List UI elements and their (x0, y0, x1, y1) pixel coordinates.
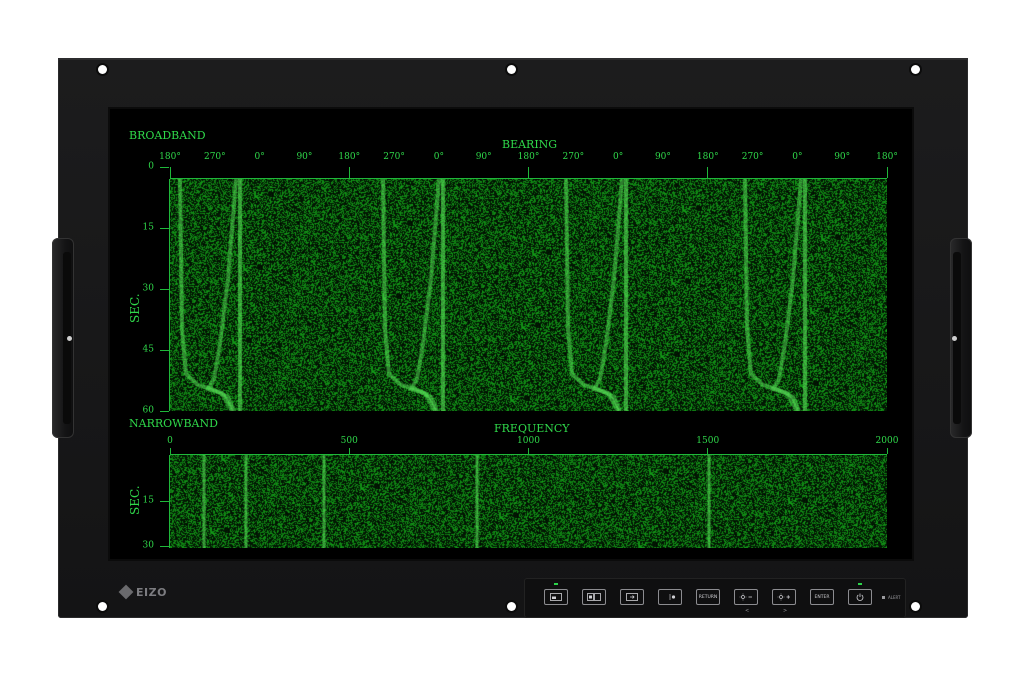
narrowband-y-tick-mark (160, 546, 169, 547)
power-icon (856, 593, 864, 601)
frequency-tick-mark (707, 448, 709, 454)
broadband-y-tick-label: 30 (142, 283, 154, 294)
frequency-axis-title: FREQUENCY (494, 422, 570, 435)
bearing-tick-label: 270° (741, 152, 764, 162)
broadband-y-tick-mark (160, 350, 169, 351)
input-select-button[interactable] (620, 589, 644, 605)
mounting-hole (911, 65, 920, 74)
return-button[interactable]: RETURN (696, 589, 720, 605)
narrowband-title: NARROWBAND (129, 417, 218, 430)
bearing-tick-label: 180° (517, 152, 540, 162)
picture-by-picture-button[interactable] (582, 589, 606, 605)
sonar-display-screen: BROADBAND BEARING 180° 270° 0° 90° 180° 270° 0… (108, 107, 914, 561)
mounting-hole (507, 602, 516, 611)
pip-icon (550, 593, 562, 601)
frequency-tick-mark (169, 448, 171, 454)
bearing-tick-label: 180° (159, 152, 181, 162)
broadband-y-tick-mark (160, 228, 169, 229)
mounting-hole (507, 65, 516, 74)
handle-screw (952, 336, 957, 341)
frequency-tick-label: 0 (167, 436, 173, 446)
eizo-logo: EIZO (118, 584, 167, 600)
broadband-waterfall (170, 179, 887, 411)
frequency-tick-mark (528, 448, 529, 454)
broadband-waterfall-canvas (170, 179, 887, 411)
brightness-minus-icon (739, 593, 752, 601)
broadband-y-tick-label: 15 (142, 222, 154, 233)
mounting-hole (911, 602, 920, 611)
narrowband-waterfall (170, 455, 887, 548)
bearing-tick-mark (169, 167, 171, 178)
brightness-down-button[interactable] (734, 589, 758, 605)
narrowband-waterfall-canvas (170, 455, 887, 548)
bearing-tick-label: 270° (383, 152, 405, 162)
bearing-tick-mark (348, 167, 350, 178)
bearing-tick-label: 90° (834, 152, 851, 162)
mounting-hole (98, 602, 107, 611)
bearing-tick-label: 0° (792, 152, 803, 162)
frequency-tick-label: 1500 (696, 436, 720, 446)
day-night-icon (664, 594, 676, 600)
bearing-tick-label: 0° (613, 152, 624, 162)
frequency-tick-label: 1000 (517, 436, 540, 446)
bearing-tick-label: 90° (475, 152, 492, 162)
bearing-tick-label: 180° (876, 152, 898, 162)
bearing-tick-label: 90° (296, 152, 313, 162)
mounting-hole (98, 65, 107, 74)
brightness-plus-icon (777, 593, 790, 601)
bearing-tick-label: 270° (562, 152, 585, 162)
eizo-logo-mark (118, 584, 134, 600)
broadband-y-tick-mark (160, 167, 169, 168)
broadband-title: BROADBAND (129, 129, 206, 142)
broadband-y-tick-label: 0 (148, 161, 154, 172)
broadband-y-tick-mark (160, 289, 169, 290)
day-night-mode-button[interactable] (658, 589, 682, 605)
input-icon (626, 593, 638, 601)
frequency-tick-mark (348, 448, 350, 454)
bearing-tick-label: 180° (696, 152, 719, 162)
left-arrow-label: < (745, 608, 750, 614)
eizo-logo-text: EIZO (136, 585, 167, 599)
enter-button[interactable]: ENTER (810, 589, 834, 605)
right-arrow-label: > (783, 608, 788, 614)
status-led (554, 583, 558, 585)
enter-button-label: ENTER (814, 594, 830, 600)
power-led (858, 583, 862, 585)
brightness-up-button[interactable] (772, 589, 796, 605)
broadband-y-tick-label: 60 (142, 405, 154, 416)
control-panel: RETURN < > ENTER (524, 578, 906, 618)
picture-in-picture-button[interactable] (544, 589, 568, 605)
bearing-tick-mark (528, 167, 529, 178)
broadband-sec-label: SEC. (128, 293, 142, 323)
narrowband-y-tick-mark (160, 501, 169, 502)
bearing-axis-title: BEARING (502, 138, 558, 151)
left-handle (52, 238, 74, 438)
pbp-icon (587, 593, 601, 601)
handle-screw (67, 336, 72, 341)
narrowband-sec-label: SEC. (128, 485, 142, 515)
narrowband-y-tick-label: 15 (142, 495, 154, 506)
frequency-tick-mark (886, 448, 888, 454)
broadband-y-tick-mark (160, 411, 169, 412)
alert-indicator-dot (882, 596, 885, 599)
bearing-tick-mark (707, 167, 709, 178)
bearing-tick-label: 270° (203, 152, 226, 162)
bearing-tick-mark (886, 167, 888, 178)
bearing-tick-label: 0° (254, 152, 265, 162)
frequency-tick-label: 500 (340, 436, 358, 446)
bearing-tick-label: 90° (654, 152, 671, 162)
power-button[interactable] (848, 589, 872, 605)
bearing-tick-label: 0° (433, 152, 444, 162)
bearing-tick-label: 180° (338, 152, 361, 162)
return-button-label: RETURN (698, 594, 718, 600)
narrowband-y-tick-label: 30 (142, 540, 154, 551)
alert-indicator-label: ALERT (888, 595, 901, 600)
right-handle (950, 238, 972, 438)
bezel-edge (58, 58, 968, 60)
broadband-y-tick-label: 45 (142, 344, 154, 355)
frequency-tick-label: 2000 (875, 436, 899, 446)
